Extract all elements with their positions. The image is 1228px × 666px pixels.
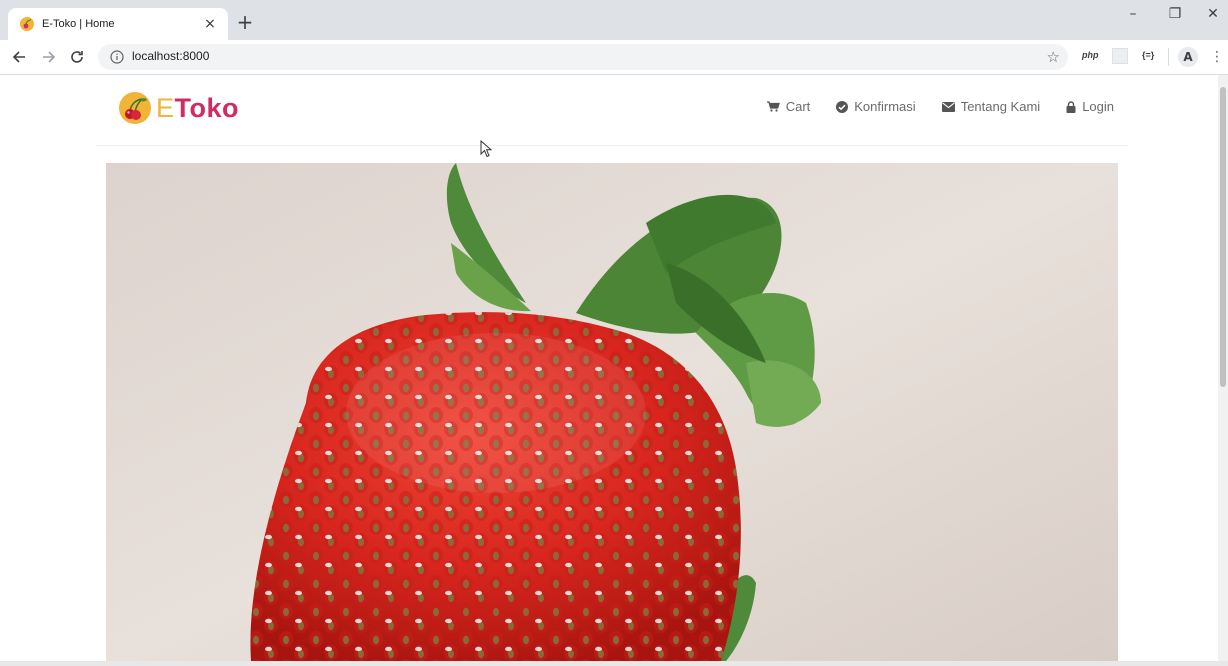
cherry-logo-icon [119,92,151,124]
address-bar[interactable]: localhost:8000 ☆ [98,44,1068,70]
tab-title: E-Toko | Home [42,18,115,30]
arrow-left-icon [12,51,25,63]
page-viewport: EToko Cart Konfirmasi Tentang Kami Login [0,75,1218,661]
close-window-button[interactable]: ✕ [1198,6,1228,22]
horizontal-scrollbar[interactable] [0,661,1228,666]
nav-tentang-kami[interactable]: Tentang Kami [941,99,1041,114]
profile-avatar[interactable]: A [1178,47,1198,67]
vertical-scrollbar-thumb[interactable] [1220,87,1226,387]
strawberry-illustration [106,163,1118,661]
browser-toolbar: localhost:8000 ☆ php {=} [0,40,1228,75]
nav-login-label: Login [1082,99,1114,114]
toolbar-divider [1168,48,1169,66]
site-header: EToko Cart Konfirmasi Tentang Kami Login [96,75,1128,146]
nav-cart-label: Cart [785,99,811,114]
nav-cart[interactable]: Cart [766,99,811,114]
browser-menu-icon[interactable]: ⋮ [1210,46,1224,68]
check-circle-icon [836,100,849,113]
restore-button[interactable]: ❐ [1160,6,1190,22]
nav-login[interactable]: Login [1066,99,1114,114]
extension-placeholder-icon[interactable] [1112,48,1128,64]
browser-tab[interactable]: E-Toko | Home × [8,8,228,40]
back-button[interactable] [10,48,28,66]
etoko-favicon-icon [20,17,34,31]
new-tab-button[interactable]: + [234,12,256,34]
main-nav: Cart Konfirmasi Tentang Kami Login [766,99,1114,114]
envelope-icon [941,101,955,112]
lock-icon [1066,100,1076,113]
minimize-button[interactable]: – [1118,6,1148,22]
bookmark-star-icon[interactable]: ☆ [1047,48,1060,66]
reload-button[interactable] [68,48,86,66]
address-text: localhost:8000 [132,49,210,63]
forward-button[interactable] [40,48,58,66]
cart-icon [766,101,780,112]
browser-tab-strip: E-Toko | Home × + – ❐ ✕ [0,0,1228,40]
vertical-scrollbar[interactable] [1218,75,1228,661]
mouse-cursor-icon [480,140,492,158]
logo-text: EToko [156,92,240,123]
nav-tentang-kami-label: Tentang Kami [960,99,1041,114]
info-icon [110,50,124,64]
site-logo[interactable]: EToko [118,91,239,125]
php-extension-icon[interactable]: php [1082,50,1099,60]
tab-close-icon[interactable]: × [202,16,218,32]
arrow-right-icon [43,51,56,63]
reload-icon [71,51,83,63]
json-extension-icon[interactable]: {=} [1142,50,1154,60]
nav-konfirmasi[interactable]: Konfirmasi [836,99,916,114]
nav-konfirmasi-label: Konfirmasi [854,99,916,114]
hero-image [106,163,1118,661]
